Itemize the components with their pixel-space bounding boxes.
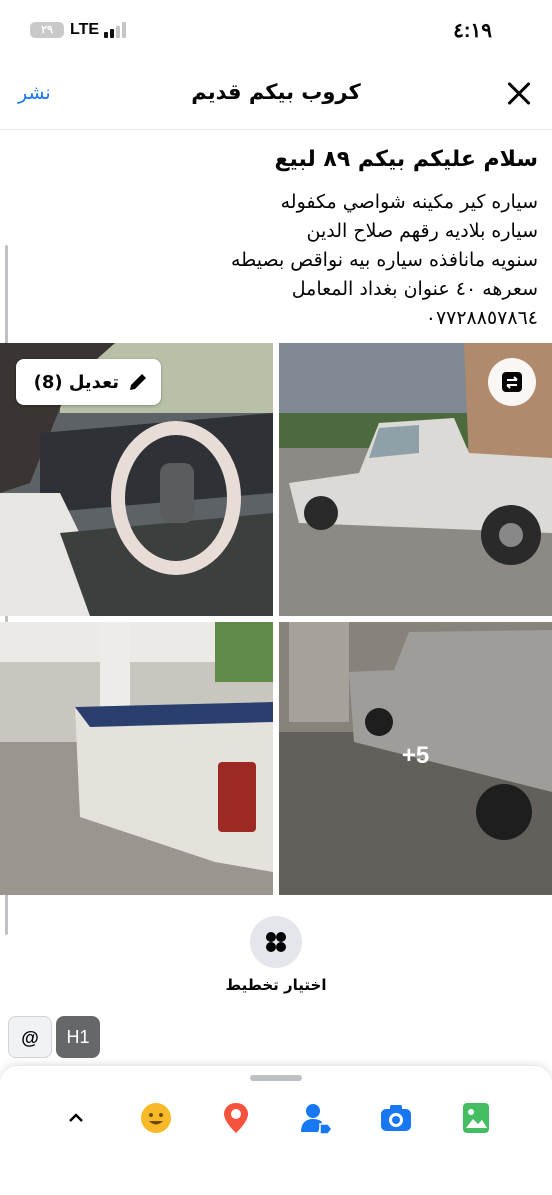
post-line: سياره كير مكينه شواصي مكفوله [280,191,538,213]
heading-button[interactable]: H1 [56,1016,100,1058]
photo-tailgate[interactable] [0,622,273,895]
battery-level: ٢٩ [41,24,53,36]
chevron-up-icon[interactable] [58,1100,94,1136]
post-line: سياره بلاديه رقهم صلاح الدين [306,220,538,242]
pencil-icon [130,374,146,390]
more-photos-count: +5 [401,742,430,769]
swap-icon-glyph [502,372,522,392]
swap-icon[interactable] [488,358,536,406]
edit-photos-button[interactable]: تعديل (8) [16,359,161,405]
status-bar: ٢٩ LTE ٤:١٩ [0,0,552,58]
tag-people-icon[interactable] [298,1100,334,1136]
camera-glyph [381,1105,411,1131]
post-headline: سلام عليكم بيكم ٨٩ لبيع [274,147,538,172]
network-label: LTE [70,21,100,38]
location-icon[interactable] [218,1100,254,1136]
chevron-up-glyph [69,1113,83,1122]
photo-grid: تعديل (8) +5 [0,343,552,895]
camera-icon[interactable] [378,1100,414,1136]
mention-button[interactable]: @ [8,1016,52,1058]
photo-exterior[interactable] [279,343,552,616]
edit-photos-label: تعديل (8) [33,371,119,393]
photo-interior[interactable]: تعديل (8) [0,343,273,616]
battery-icon: ٢٩ [30,22,64,38]
post-line: ٠٧٧٢٨٨٥٧٨٦٤ [425,307,538,329]
emoji-glyph [141,1103,171,1133]
photo-more[interactable]: +5 [279,622,552,895]
drag-handle[interactable] [250,1075,302,1081]
location-glyph [224,1103,248,1133]
post-line: سنويه مانافذه سياره بيه نواقص بصيطه [231,249,538,271]
close-icon[interactable] [504,78,534,108]
photo-tailgate-image [0,622,273,895]
grid-icon [266,932,286,952]
post-text-input[interactable]: سلام عليكم بيكم ٨٩ لبيع سياره كير مكينه … [18,140,538,333]
attachment-toolbar [0,1066,552,1195]
gallery-glyph [463,1103,489,1133]
gallery-icon[interactable] [458,1100,494,1136]
signal-icon [104,22,128,38]
status-time: ٤:١٩ [453,20,492,42]
emoji-icon[interactable] [138,1100,174,1136]
composer-header: نشر كروب بيكم قديم [0,58,552,130]
page-title: كروب بيكم قديم [191,80,361,104]
layout-choice-label: اختيار تخطيط [225,976,327,994]
post-line: سعرهه ٤٠ عنوان بغداد المعامل [291,278,538,300]
layout-choice-button[interactable] [250,916,302,968]
tag-people-glyph [301,1104,333,1135]
